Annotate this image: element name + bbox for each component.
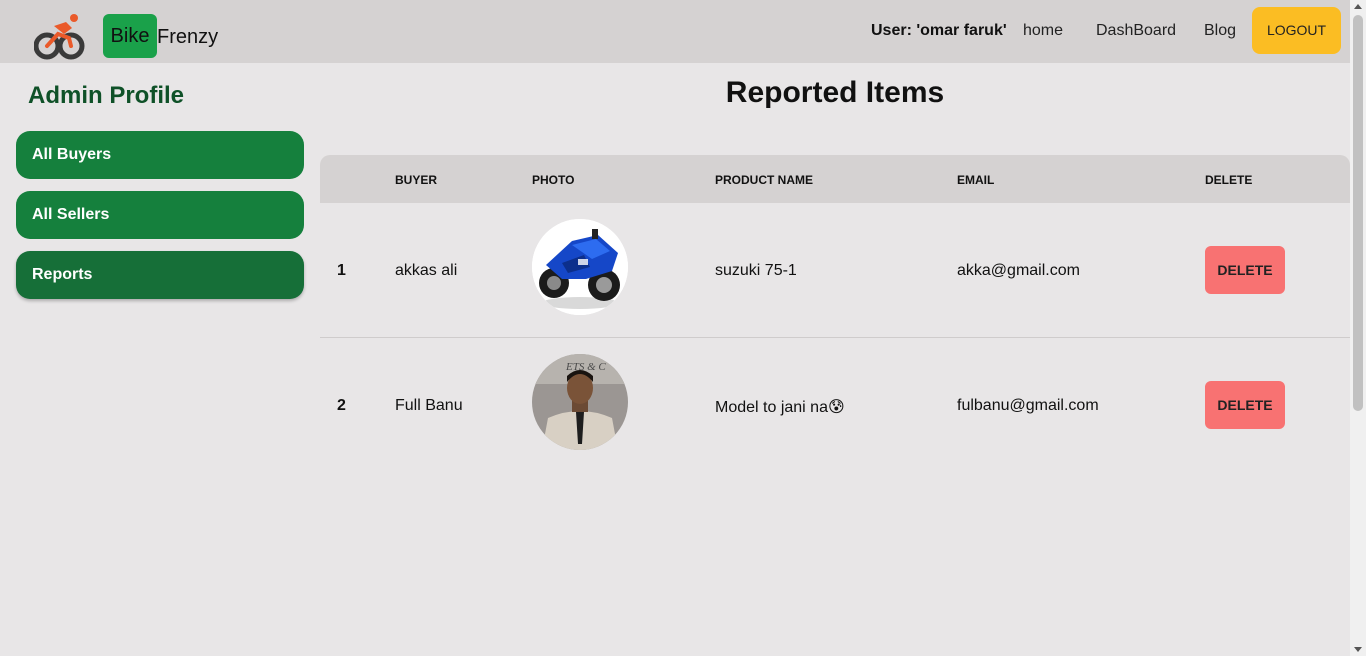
nav-link-home[interactable]: home — [1023, 22, 1063, 40]
sidebar-item-all-buyers[interactable]: All Buyers — [16, 131, 304, 179]
sidebar-title: Admin Profile — [28, 82, 185, 109]
brand-bike[interactable]: Bike — [103, 14, 157, 58]
row-number: 1 — [337, 262, 346, 279]
scroll-down-arrow-icon[interactable] — [1354, 647, 1362, 652]
column-header-product-name: PRODUCT NAME — [715, 173, 813, 187]
brand-frenzy[interactable]: Frenzy — [157, 14, 218, 58]
buyer-name: akkas ali — [395, 262, 458, 279]
navbar: Bike Frenzy User: 'omar faruk' home Dash… — [0, 0, 1350, 63]
column-header-delete: DELETE — [1205, 173, 1253, 187]
scroll-thumb[interactable] — [1353, 15, 1363, 411]
buyer-name: Full Banu — [395, 397, 463, 414]
column-header-buyer: BUYER — [395, 173, 438, 187]
sidebar-item-reports[interactable]: Reports — [16, 251, 304, 299]
logout-button[interactable]: LOGOUT — [1252, 7, 1341, 54]
row-number: 2 — [337, 397, 346, 414]
delete-button[interactable]: DELETE — [1205, 246, 1285, 294]
product-name: Model to jani na😰 — [715, 399, 845, 416]
vertical-scrollbar[interactable] — [1350, 0, 1366, 656]
person-photo: ETS & C — [532, 354, 628, 450]
delete-button[interactable]: DELETE — [1205, 381, 1285, 429]
user-label: User: 'omar faruk' — [871, 22, 1007, 39]
nav-link-blog[interactable]: Blog — [1204, 22, 1236, 40]
table-header: BUYER PHOTO PRODUCT NAME EMAIL DELETE — [320, 155, 1350, 203]
column-header-email: EMAIL — [957, 173, 995, 187]
column-header-photo: PHOTO — [532, 173, 575, 187]
motorcycle-photo — [532, 219, 628, 315]
product-name: suzuki 75-1 — [715, 262, 797, 279]
email: akka@gmail.com — [957, 262, 1080, 279]
sidebar-item-all-sellers[interactable]: All Sellers — [16, 191, 304, 239]
email: fulbanu@gmail.com — [957, 397, 1099, 414]
page-title: Reported Items — [725, 76, 945, 109]
table-row: 2 Full Banu ETS & C Model to jani na😰 fu… — [320, 338, 1350, 473]
nav-link-dashboard[interactable]: DashBoard — [1096, 22, 1176, 40]
table-row: 1 akkas ali suzuki 75-1 akka@gmail.com D… — [320, 203, 1350, 338]
cyclist-icon[interactable] — [34, 12, 86, 60]
scroll-up-arrow-icon[interactable] — [1354, 4, 1362, 9]
